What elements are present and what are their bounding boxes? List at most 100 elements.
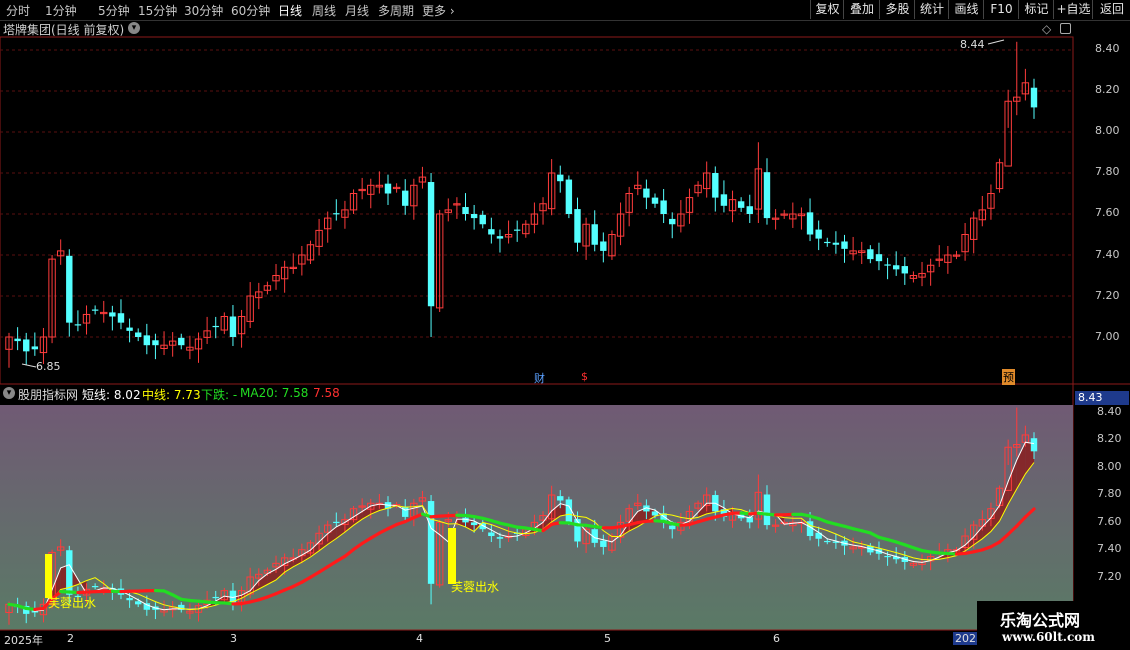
candle-body <box>600 241 607 251</box>
ind-candle-body <box>884 555 891 558</box>
candle-body <box>126 327 133 331</box>
candle-body <box>427 182 435 307</box>
candle-body <box>31 346 39 350</box>
ind-price-tick: 7.20 <box>1097 570 1122 583</box>
price-tick: 7.80 <box>1095 165 1120 178</box>
signal-bar <box>45 554 52 598</box>
ind-price-tick: 8.20 <box>1097 432 1122 445</box>
ind-candle-body <box>496 537 504 539</box>
last-value: 7.58 <box>313 386 340 400</box>
candle-body <box>832 242 840 245</box>
ind-candle-body <box>1030 438 1038 452</box>
price-tick: 8.00 <box>1095 124 1120 137</box>
candle-body <box>591 224 598 245</box>
candle-body <box>152 340 159 346</box>
event-tag-dividend[interactable]: $ <box>581 370 588 383</box>
candle-body <box>557 174 564 182</box>
indicator-name[interactable]: 股朋指标网 <box>18 386 78 403</box>
candle-body <box>669 218 676 225</box>
ind-candle-body <box>143 603 151 610</box>
candle-body <box>14 338 21 342</box>
candle-body <box>479 214 486 225</box>
short-line-value: 短线: 8.02 <box>82 388 141 402</box>
candle-body <box>651 197 659 204</box>
candle-body <box>91 309 99 311</box>
candle-body <box>884 264 891 266</box>
candle-body <box>496 236 504 239</box>
candle-body <box>660 200 667 214</box>
date-label: 2025年 <box>4 634 43 647</box>
signal-label: 芙蓉出水 <box>48 596 97 610</box>
low-marker-line <box>21 363 37 368</box>
candle-body <box>117 313 125 323</box>
date-label: 6 <box>773 632 780 645</box>
price-tick: 8.40 <box>1095 42 1120 55</box>
candle-body <box>875 254 883 262</box>
candle-body <box>384 183 392 194</box>
ind-candle-body <box>427 501 435 584</box>
candle-body <box>901 266 908 274</box>
mid-line-value: 中线: 7.73 <box>142 388 201 402</box>
date-label: 5 <box>604 632 611 645</box>
down-value: 下跌: - <box>201 388 238 402</box>
candle-body <box>763 172 771 219</box>
candle-body <box>565 179 573 214</box>
ind-price-tick: 7.40 <box>1097 542 1122 555</box>
candle-body <box>23 339 30 352</box>
ind-candle-body <box>600 540 607 547</box>
candle-body <box>720 194 728 206</box>
ind-candle-body <box>557 496 564 501</box>
ind-candle-body <box>669 525 676 530</box>
ind-candle-body <box>212 596 219 599</box>
candle-body <box>333 213 340 215</box>
indicator-dropdown-icon[interactable]: ▾ <box>3 387 15 399</box>
candle-body <box>74 324 82 326</box>
price-tick: 7.20 <box>1095 289 1120 302</box>
candle-body <box>867 249 874 260</box>
signal-label: 芙蓉出水 <box>451 580 500 594</box>
candle-body <box>574 209 581 243</box>
event-tag-forecast[interactable]: 预 <box>1002 369 1015 385</box>
candle-body <box>513 229 521 231</box>
high-marker-label: 8.44 <box>960 38 985 51</box>
candle-body <box>815 229 822 239</box>
ind-candle-body <box>126 598 133 601</box>
date-label: 2 <box>67 632 74 645</box>
ind-candle-body <box>135 601 142 605</box>
ind-candle-body <box>402 506 409 517</box>
candle-body <box>892 265 900 270</box>
indicator-background <box>0 405 1073 630</box>
watermark: 乐淘公式网 www.60lt.com <box>977 601 1130 650</box>
ind-candle-body <box>824 540 831 543</box>
ind-candle-body <box>488 532 495 537</box>
current-price-tag: 8.43 <box>1075 391 1129 405</box>
price-tick: 7.60 <box>1095 206 1120 219</box>
ind-candle-body <box>470 522 478 526</box>
ind-price-tick: 8.00 <box>1097 460 1122 473</box>
ind-price-tick: 7.80 <box>1097 487 1122 500</box>
date-label: 3 <box>230 632 237 645</box>
candle-body <box>212 325 219 328</box>
candle-body <box>488 229 495 235</box>
candle-body <box>1030 87 1038 108</box>
candle-body <box>841 241 848 249</box>
low-marker-label: 6.85 <box>36 360 61 373</box>
candle-body <box>462 207 469 214</box>
high-marker-line <box>987 39 1005 45</box>
price-tick: 8.20 <box>1095 83 1120 96</box>
candle-body <box>824 241 831 244</box>
event-tag-finance[interactable]: 财 <box>534 370 545 386</box>
kline-canvas <box>0 36 1130 631</box>
candle-body <box>178 337 185 346</box>
candle-body <box>470 214 478 219</box>
watermark-title: 乐淘公式网 <box>1000 611 1081 630</box>
signal-bar <box>448 528 456 584</box>
price-tick: 7.40 <box>1095 248 1120 261</box>
candle-body <box>135 332 142 337</box>
ind-candle-body <box>91 586 99 588</box>
ma20-value: MA20: 7.58 <box>240 386 309 400</box>
candle-body <box>712 173 719 198</box>
ind-candle-body <box>574 519 581 542</box>
ind-candle-body <box>763 494 771 526</box>
watermark-url: www.60lt.com <box>1002 630 1095 644</box>
